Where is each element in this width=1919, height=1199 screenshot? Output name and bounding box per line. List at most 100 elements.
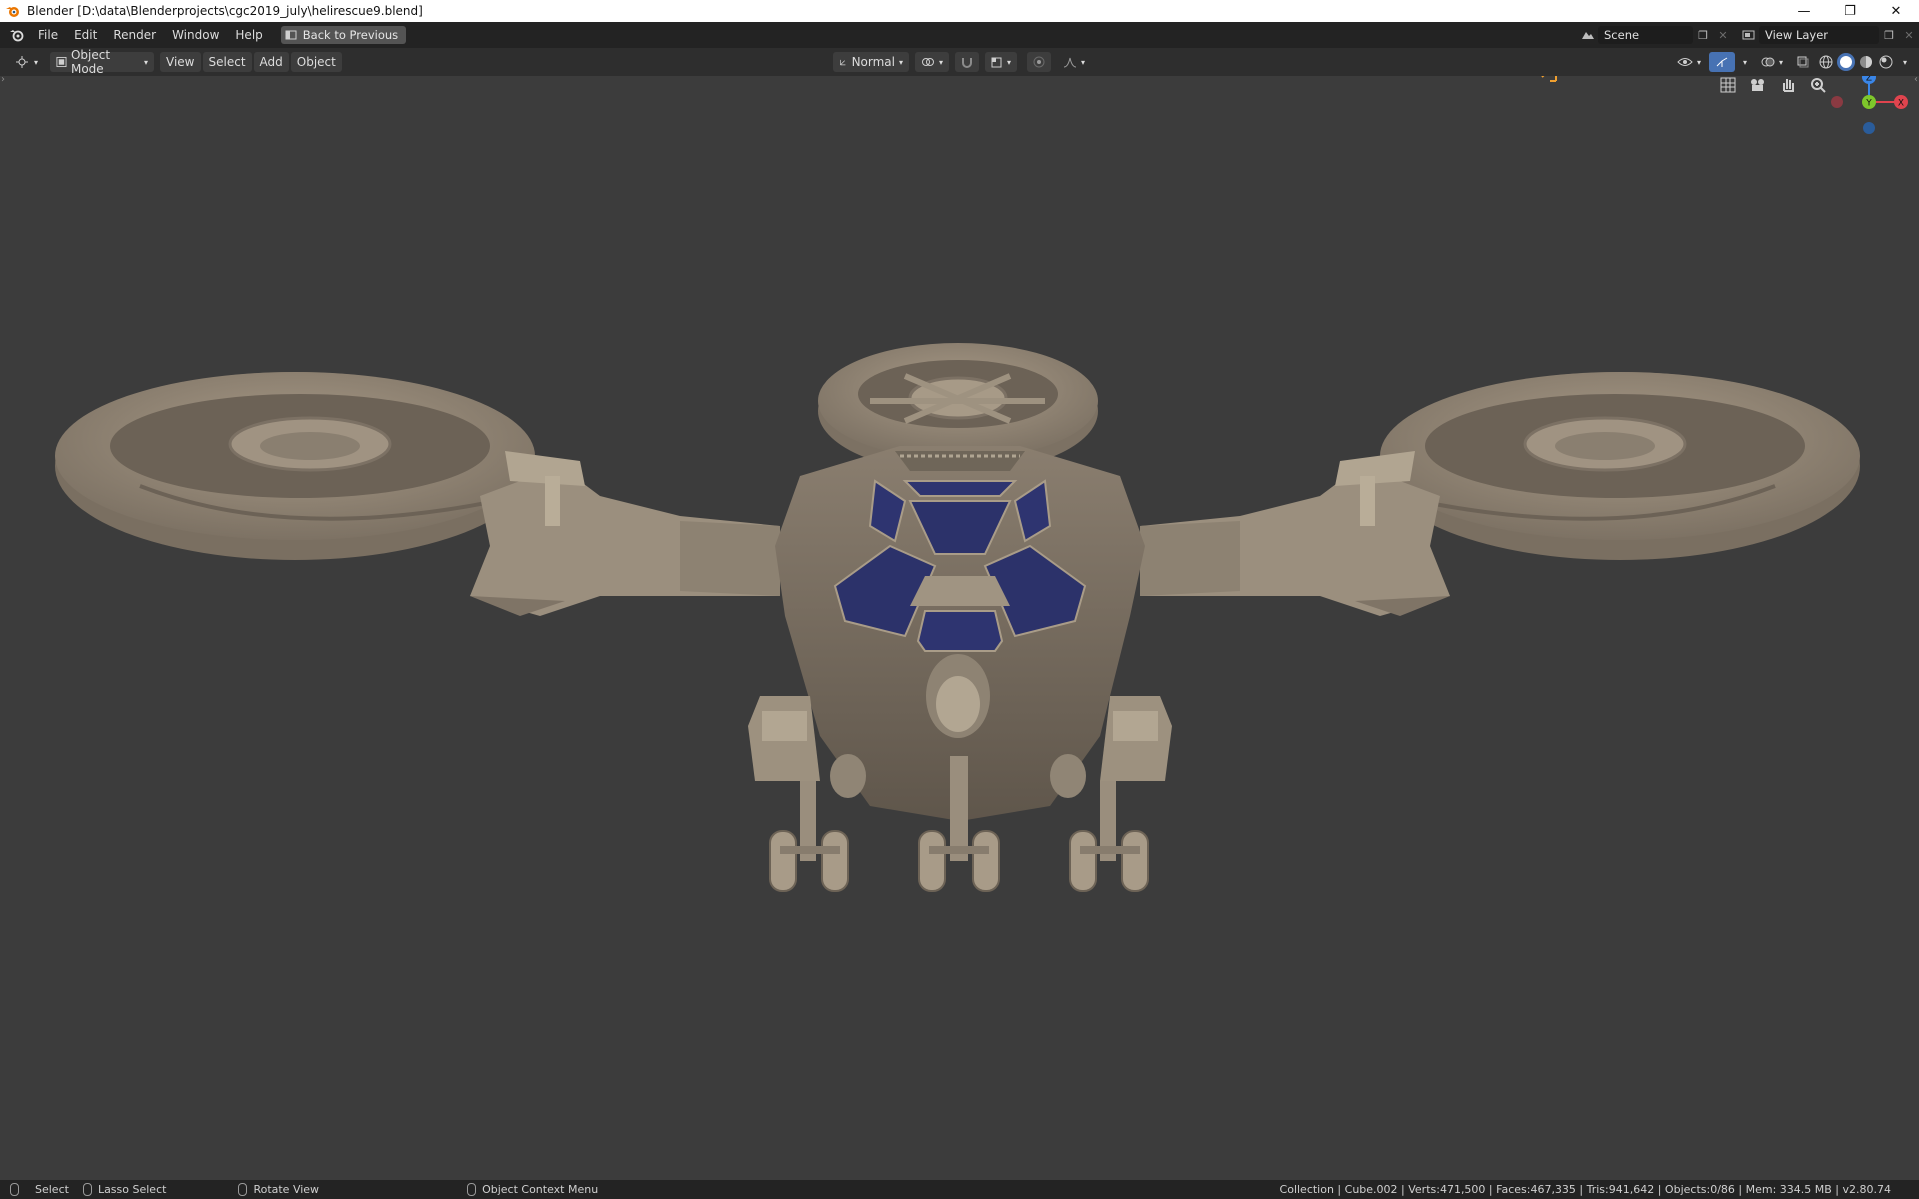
scene-statistics: Collection | Cube.002 | Verts:471,500 | … — [1280, 1180, 1891, 1199]
scene-icon[interactable] — [1578, 26, 1598, 44]
right-rotor[interactable] — [1380, 372, 1860, 560]
gizmo-dropdown[interactable]: ▾ — [1737, 52, 1753, 72]
status-bar: Select Lasso Select Rotate View Object C… — [0, 1180, 1919, 1199]
scene-statistics-text: Collection | Cube.002 | Verts:471,500 | … — [1279, 1183, 1891, 1196]
status-rotate: Rotate View — [238, 1183, 319, 1196]
mouse-right-icon — [467, 1183, 477, 1196]
axis-neg-x-handle[interactable] — [1831, 96, 1843, 108]
back-to-previous-button[interactable]: Back to Previous — [280, 26, 407, 44]
window-titlebar: Blender [D:\data\Blenderprojects\cgc2019… — [0, 0, 1919, 22]
snap-toggle[interactable] — [955, 52, 980, 72]
menu-render[interactable]: Render — [105, 25, 164, 45]
mode-dropdown[interactable]: Object Mode ▾ — [50, 48, 155, 76]
menu-add[interactable]: Add — [253, 52, 289, 72]
scene-name-value: Scene — [1604, 28, 1640, 42]
toolbar-toggle-arrow[interactable]: › — [1, 76, 5, 85]
menu-file[interactable]: File — [30, 25, 66, 45]
rendered-sphere-icon — [1879, 55, 1893, 69]
snap-target-icon — [991, 57, 1002, 68]
material-sphere-icon — [1859, 56, 1872, 68]
mouse-middle-icon — [238, 1183, 248, 1196]
viewport-header: ▾ Object Mode ▾ View Select Add Object N… — [0, 48, 1919, 76]
axis-x-label: X — [1898, 99, 1904, 109]
mouse-left-icon — [10, 1183, 19, 1196]
new-scene-icon[interactable]: ❐ — [1693, 26, 1713, 44]
orientation-icon — [840, 59, 846, 66]
new-view-layer-icon[interactable]: ❐ — [1879, 26, 1899, 44]
grid-icon[interactable] — [1715, 76, 1741, 98]
top-menu-bar: File Edit Render Window Help Back to Pre… — [0, 22, 1919, 48]
restore-button[interactable]: ❐ — [1827, 0, 1873, 22]
status-select-label: Select — [35, 1183, 69, 1196]
chevron-down-icon: ▾ — [1778, 57, 1783, 67]
overlays-icon — [1761, 57, 1775, 67]
material-shading-button[interactable] — [1857, 53, 1875, 71]
navigation-gizmo[interactable]: Z X Y — [1825, 76, 1915, 148]
menu-view[interactable]: View — [160, 52, 201, 72]
chevron-down-icon: ▾ — [898, 57, 903, 67]
falloff-curve-icon — [1063, 57, 1077, 68]
eye-icon — [1677, 58, 1693, 66]
3d-viewport[interactable]: Z X Y › ‹ — [0, 76, 1919, 1180]
mode-label: Object Mode — [70, 48, 111, 76]
proportional-edit-toggle[interactable] — [1027, 52, 1052, 72]
minimize-button[interactable]: — — [1781, 0, 1827, 22]
menu-help[interactable]: Help — [227, 25, 270, 45]
status-select: Select — [10, 1183, 69, 1196]
solid-shading-button[interactable] — [1836, 53, 1855, 71]
viewport-display-tools: ▾ ▾ ▾ ▾ — [1671, 52, 1913, 72]
gizmo-toggle[interactable] — [1708, 52, 1735, 72]
chevron-down-icon: ▾ — [1902, 57, 1907, 67]
rendered-shading-button[interactable] — [1877, 53, 1895, 71]
status-lasso: Lasso Select — [82, 1183, 167, 1196]
status-rotate-label: Rotate View — [253, 1183, 320, 1196]
menu-object[interactable]: Object — [290, 52, 342, 72]
scene-name-field[interactable]: Scene — [1598, 26, 1693, 44]
proportional-falloff-dropdown[interactable]: ▾ — [1057, 52, 1091, 72]
close-window-button[interactable]: ✕ — [1873, 0, 1919, 22]
shading-dropdown[interactable]: ▾ — [1897, 52, 1913, 72]
menu-select[interactable]: Select — [202, 52, 252, 72]
menu-window[interactable]: Window — [164, 25, 227, 45]
chevron-down-icon: ▾ — [34, 57, 39, 67]
hand-icon[interactable] — [1775, 76, 1801, 98]
back-to-previous-label: Back to Previous — [302, 28, 399, 42]
status-lasso-label: Lasso Select — [97, 1183, 167, 1196]
left-arm[interactable] — [470, 451, 780, 616]
chevron-down-icon: ▾ — [144, 57, 149, 67]
landing-gear — [769, 756, 1149, 892]
pivot-point-dropdown[interactable]: ▾ — [915, 52, 950, 72]
solid-sphere-icon — [1839, 56, 1852, 68]
orientation-dropdown[interactable]: Normal ▾ — [833, 52, 909, 72]
helicopter-model[interactable] — [0, 76, 1919, 1180]
editor-type-button[interactable]: ▾ — [8, 52, 44, 72]
left-rotor[interactable] — [55, 372, 535, 560]
magnet-icon — [962, 58, 973, 68]
view-layer-icon[interactable] — [1739, 26, 1759, 44]
3d-viewport-icon — [16, 56, 28, 68]
sidebar-toggle-arrow[interactable]: ‹ — [1914, 76, 1918, 85]
right-arm[interactable] — [1140, 451, 1450, 616]
axis-z-label: Z — [1866, 76, 1872, 84]
blender-menu-icon[interactable] — [4, 25, 30, 45]
transform-tools: Normal ▾ ▾ ▾ ▾ — [833, 52, 1091, 72]
visibility-dropdown[interactable]: ▾ — [1671, 52, 1707, 72]
snap-target-dropdown[interactable]: ▾ — [985, 52, 1018, 72]
camera-icon[interactable] — [1745, 76, 1771, 98]
wireframe-shading-button[interactable] — [1817, 53, 1835, 71]
pivot-icon — [922, 58, 934, 66]
axis-neg-z-handle[interactable] — [1863, 122, 1875, 134]
object-mode-icon — [56, 56, 67, 68]
overlays-toggle[interactable]: ▾ — [1755, 52, 1789, 72]
delete-view-layer-icon[interactable]: ✕ — [1899, 26, 1919, 44]
view-layer-field[interactable]: View Layer — [1759, 26, 1879, 44]
chevron-down-icon: ▾ — [1696, 57, 1701, 67]
scene-selector-group: Scene ❐ ✕ View Layer ❐ ✕ — [1578, 24, 1919, 46]
view-lock-icon[interactable] — [1535, 76, 1559, 84]
status-context-menu-label: Object Context Menu — [482, 1183, 599, 1196]
chevron-down-icon: ▾ — [1007, 57, 1012, 67]
axis-y-label: Y — [1865, 99, 1872, 109]
delete-scene-icon[interactable]: ✕ — [1713, 26, 1733, 44]
menu-edit[interactable]: Edit — [66, 25, 105, 45]
xray-toggle[interactable] — [1791, 52, 1815, 72]
